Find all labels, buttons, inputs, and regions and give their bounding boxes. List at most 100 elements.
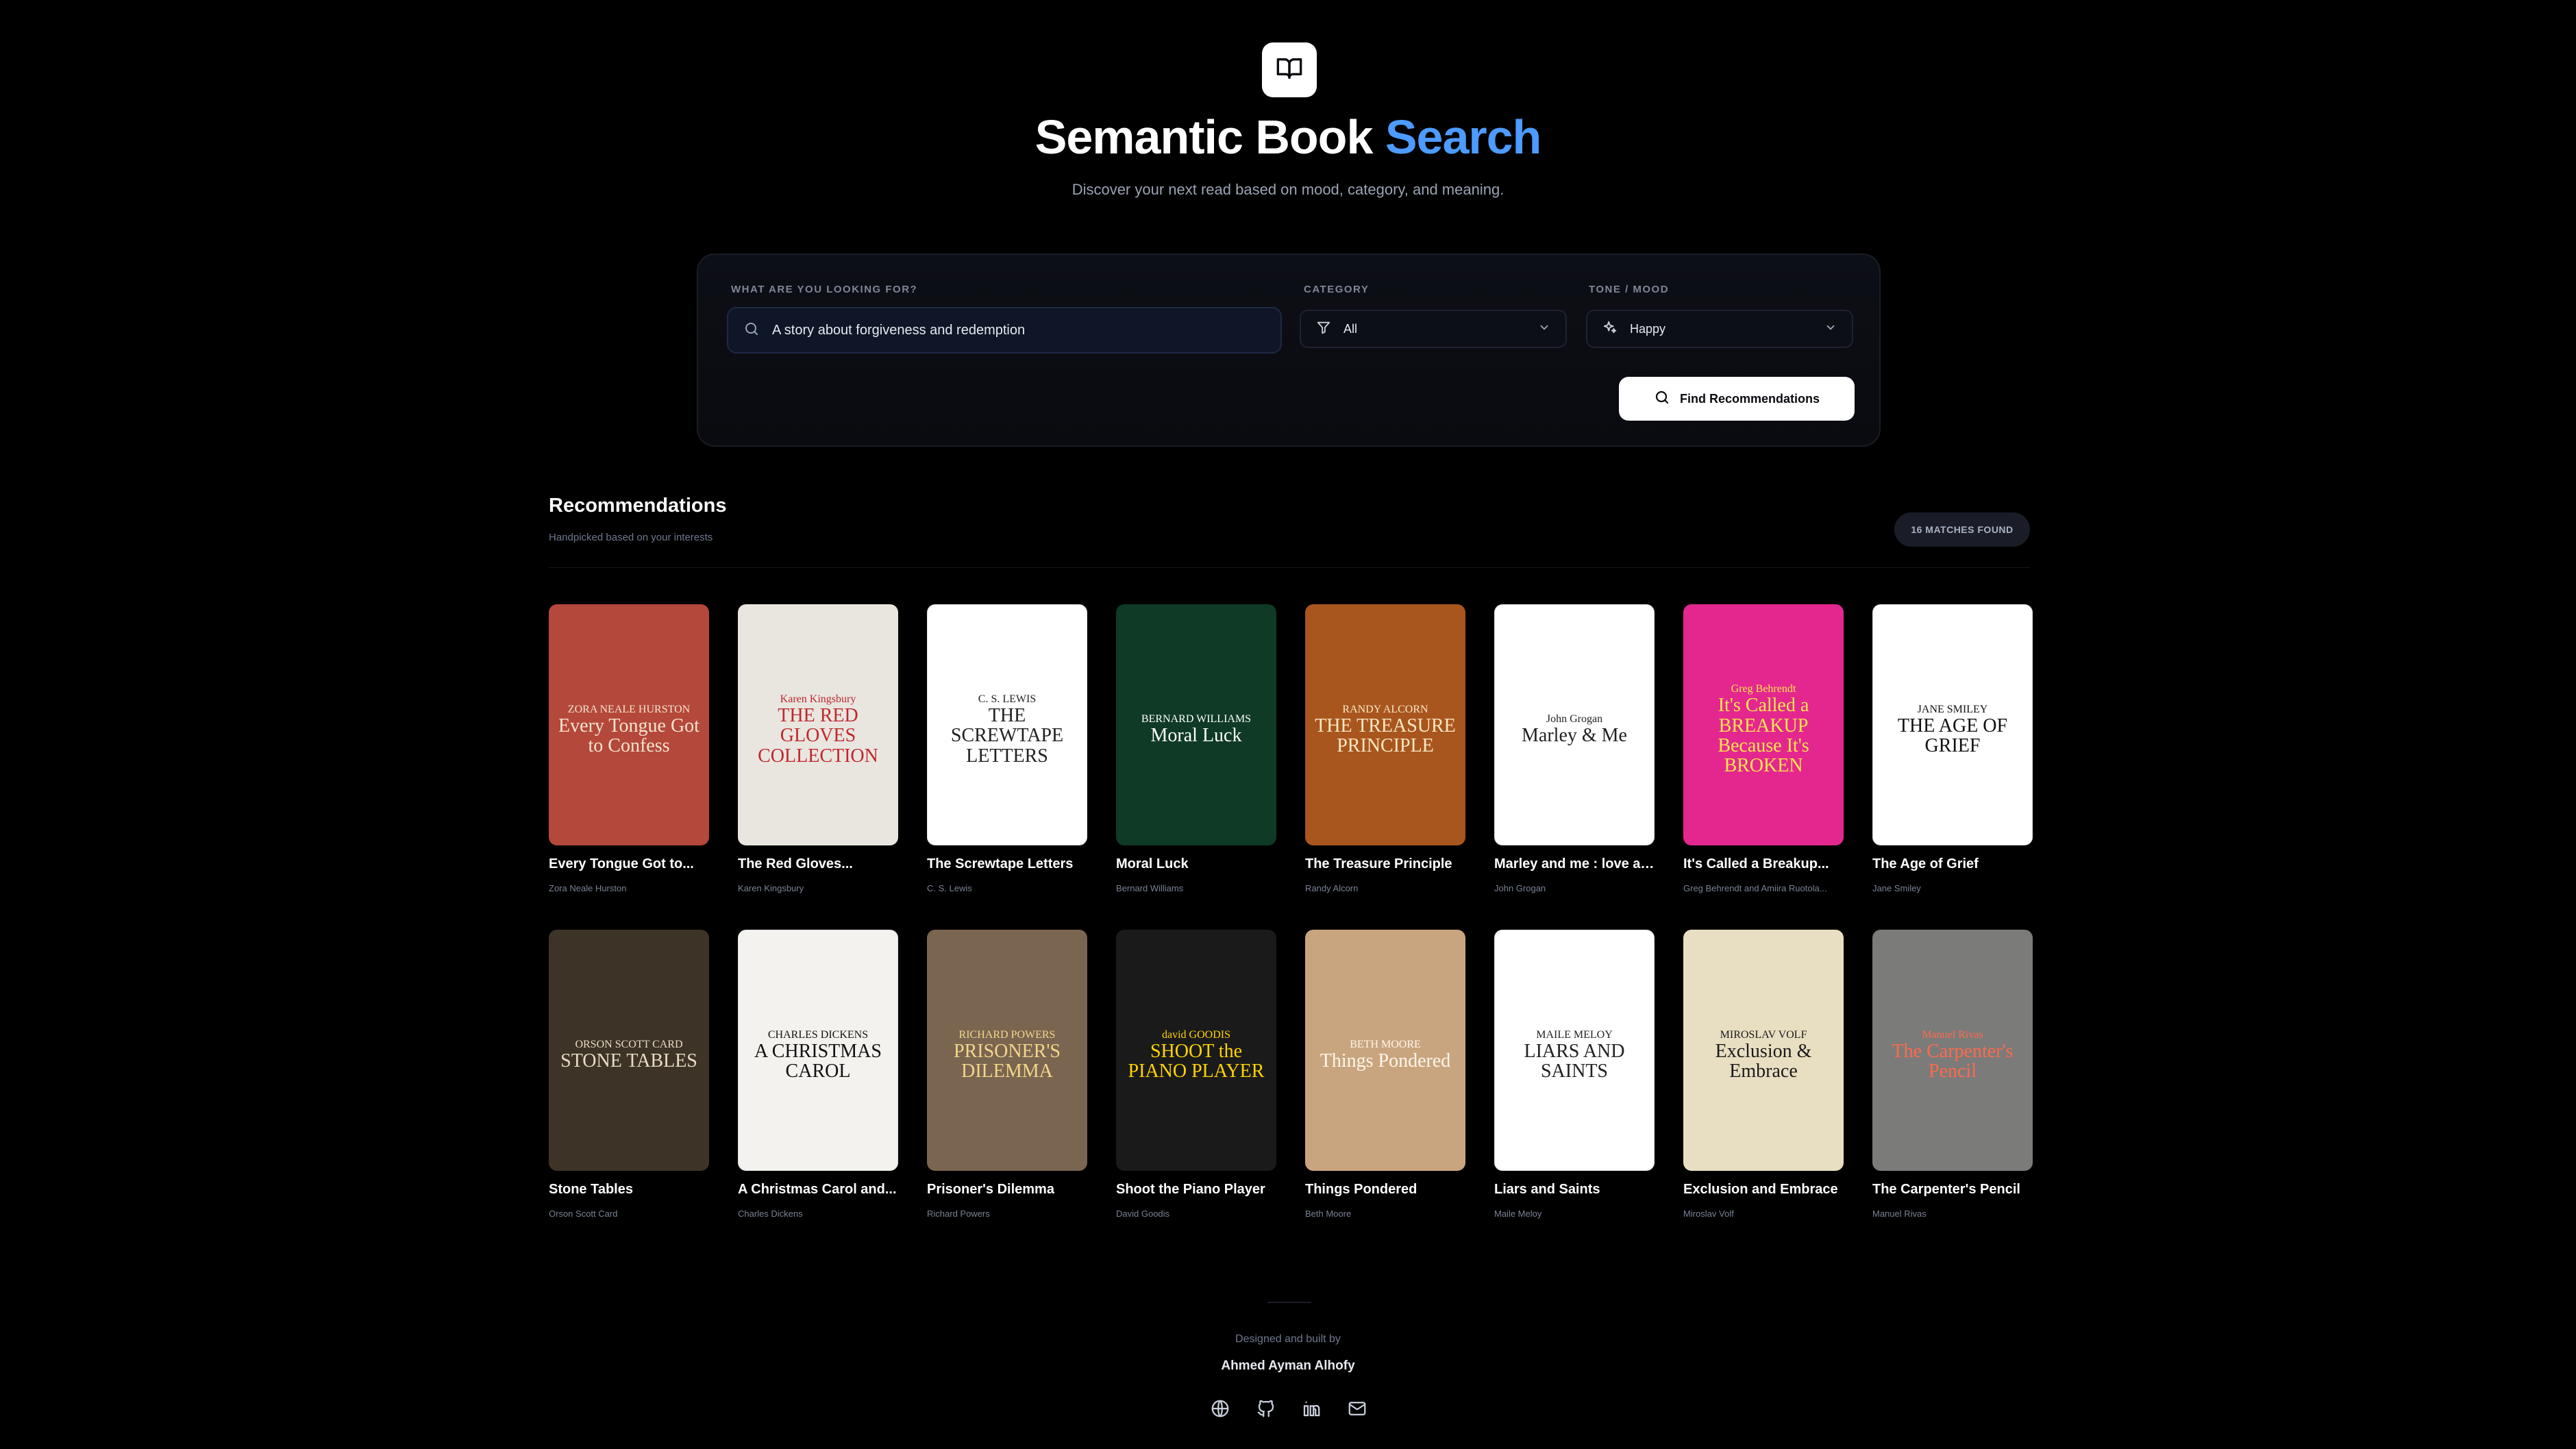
matches-count-badge: 16 MATCHES FOUND	[1894, 512, 2030, 547]
footer-credit-label: Designed and built by	[1235, 1333, 1341, 1345]
mail-icon[interactable]	[1345, 1396, 1370, 1421]
find-recommendations-button[interactable]: Find Recommendations	[1619, 377, 1855, 421]
book-cover[interactable]: Manuel Rivas The Carpenter's Pencil	[1872, 930, 2033, 1171]
book-cover-author: JANE SMILEY	[1917, 703, 1988, 715]
book-card[interactable]: Greg Behrendt It's Called a BREAKUP Becau…	[1683, 604, 1844, 930]
book-author: Bernard Williams	[1116, 883, 1184, 893]
book-cover-title: PRISONER'S DILEMMA	[954, 1040, 1061, 1082]
book-card[interactable]: david GOODIS SHOOT the PIANO PLAYER Shoot …	[1116, 930, 1276, 1255]
book-cover-author: C. S. LEWIS	[978, 693, 1037, 705]
book-cover[interactable]: John Grogan Marley & Me	[1494, 604, 1655, 845]
linkedin-icon[interactable]	[1299, 1396, 1324, 1421]
chevron-down-icon	[1824, 321, 1837, 337]
book-card[interactable]: ORSON SCOTT CARD STONE TABLES Stone Tables…	[549, 930, 709, 1255]
book-card[interactable]: Karen Kingsbury THE RED GLOVES COLLECTION…	[738, 604, 898, 930]
book-card[interactable]: BETH MOORE Things Pondered Things Pondered…	[1305, 930, 1465, 1255]
book-author: Karen Kingsbury	[738, 883, 804, 893]
book-card[interactable]: C. S. LEWIS THE SCREWTAPE LETTERS The Scre…	[927, 604, 1087, 930]
book-title: Liars and Saints	[1494, 1182, 1600, 1197]
book-cover-author: ZORA NEALE HURSTON	[567, 703, 691, 715]
chevron-down-icon	[1538, 321, 1550, 337]
book-card[interactable]: MAILE MELOY LIARS AND SAINTS Liars and Sai…	[1494, 930, 1655, 1255]
book-author: Orson Scott Card	[549, 1209, 618, 1219]
book-title: It's Called a Breakup...	[1683, 856, 1829, 871]
book-title: The Treasure Principle	[1305, 856, 1452, 871]
book-cover[interactable]: Karen Kingsbury THE RED GLOVES COLLECTION	[738, 604, 898, 845]
app-logo	[1262, 42, 1317, 97]
book-card[interactable]: BERNARD WILLIAMS Moral Luck Moral Luck Bern…	[1116, 604, 1276, 930]
book-cover-title: Things Pondered	[1320, 1050, 1451, 1072]
book-title: The Age of Grief	[1872, 856, 1979, 871]
book-cover[interactable]: ORSON SCOTT CARD STONE TABLES	[549, 930, 709, 1171]
book-cover-author: John Grogan	[1546, 713, 1603, 726]
book-card[interactable]: CHARLES DICKENS A CHRISTMAS CAROL A Christ…	[738, 930, 898, 1255]
book-cover-author: BETH MOORE	[1350, 1039, 1421, 1051]
book-cover-title: Every Tongue Got to Confess	[558, 715, 699, 756]
book-cover-author: ORSON SCOTT CARD	[575, 1039, 683, 1051]
book-title: Every Tongue Got to...	[549, 856, 694, 871]
book-cover-author: CHARLES DICKENS	[767, 1028, 869, 1041]
results-divider	[549, 567, 2030, 568]
book-cover-author: david GOODIS	[1162, 1028, 1230, 1041]
tone-select[interactable]: Happy	[1586, 310, 1853, 348]
find-recommendations-label: Find Recommendations	[1679, 391, 1820, 406]
book-cover-author: Manuel Rivas	[1922, 1028, 1983, 1041]
book-cover-title: STONE TABLES	[560, 1050, 697, 1072]
book-cover[interactable]: JANE SMILEY THE AGE OF GRIEF	[1872, 604, 2033, 845]
book-cover-title: THE TREASURE PRINCIPLE	[1315, 715, 1456, 756]
book-cover-title: Exclusion & Embrace	[1715, 1040, 1812, 1082]
search-icon	[743, 321, 760, 340]
book-cover[interactable]: MAILE MELOY LIARS AND SAINTS	[1494, 930, 1655, 1171]
tone-select-value: Happy	[1630, 321, 1666, 336]
book-cover-author: RICHARD POWERS	[958, 1028, 1056, 1041]
book-author: Richard Powers	[927, 1209, 990, 1219]
book-author: Miroslav Volf	[1683, 1209, 1734, 1219]
book-card[interactable]: RICHARD POWERS PRISONER'S DILEMMA Prisoner…	[927, 930, 1087, 1255]
book-author: Charles Dickens	[738, 1209, 803, 1219]
book-card[interactable]: ZORA NEALE HURSTON Every Tongue Got to Co…	[549, 604, 709, 930]
book-cover[interactable]: MIROSLAV VOLF Exclusion & Embrace	[1683, 930, 1844, 1171]
book-cover-title: It's Called a BREAKUP Because It's BROKE…	[1718, 695, 1809, 777]
category-select[interactable]: All	[1300, 310, 1567, 348]
book-cover[interactable]: C. S. LEWIS THE SCREWTAPE LETTERS	[927, 604, 1087, 845]
book-cover[interactable]: BETH MOORE Things Pondered	[1305, 930, 1465, 1171]
book-cover-title: THE AGE OF GRIEF	[1897, 715, 2008, 756]
book-cover-author: Greg Behrendt	[1731, 683, 1796, 695]
book-cover[interactable]: RANDY ALCORN THE TREASURE PRINCIPLE	[1305, 604, 1465, 845]
book-cover[interactable]: BERNARD WILLIAMS Moral Luck	[1116, 604, 1276, 845]
book-card[interactable]: JANE SMILEY THE AGE OF GRIEF The Age of Gr…	[1872, 604, 2033, 930]
globe-icon[interactable]	[1208, 1396, 1233, 1421]
book-cover-title: THE SCREWTAPE LETTERS	[950, 704, 1064, 767]
search-input[interactable]: A story about forgiveness and redemption	[727, 307, 1282, 354]
book-cover[interactable]: david GOODIS SHOOT the PIANO PLAYER	[1116, 930, 1276, 1171]
page-subtitle: Discover your next read based on mood, c…	[1072, 181, 1504, 198]
book-title: A Christmas Carol and...	[738, 1182, 897, 1197]
page-title-accent: Search	[1385, 110, 1541, 164]
book-author: Jane Smiley	[1872, 883, 1921, 893]
book-title: Marley and me : love an...	[1494, 856, 1655, 871]
book-cover-title: THE RED GLOVES COLLECTION	[758, 704, 878, 767]
category-select-value: All	[1343, 321, 1358, 336]
book-cover[interactable]: ZORA NEALE HURSTON Every Tongue Got to Co…	[549, 604, 709, 845]
search-icon	[1654, 389, 1670, 409]
book-card[interactable]: Manuel Rivas The Carpenter's Pencil The Ca…	[1872, 930, 2033, 1255]
book-author: Zora Neale Hurston	[549, 883, 627, 893]
book-cover-title: Moral Luck	[1150, 725, 1242, 747]
open-book-icon	[1276, 55, 1303, 86]
book-cover[interactable]: RICHARD POWERS PRISONER'S DILEMMA	[927, 930, 1087, 1171]
book-cover-title: The Carpenter's Pencil	[1892, 1040, 2014, 1082]
book-grid: ZORA NEALE HURSTON Every Tongue Got to Co…	[549, 604, 2033, 1255]
github-icon[interactable]	[1254, 1396, 1278, 1421]
social-links	[1208, 1396, 1370, 1421]
book-title: The Carpenter's Pencil	[1872, 1182, 2020, 1197]
book-cover-author: MAILE MELOY	[1536, 1028, 1613, 1041]
book-card[interactable]: RANDY ALCORN THE TREASURE PRINCIPLE The Tr…	[1305, 604, 1465, 930]
book-cover[interactable]: CHARLES DICKENS A CHRISTMAS CAROL	[738, 930, 898, 1171]
book-card[interactable]: John Grogan Marley & Me Marley and me : lo…	[1494, 604, 1655, 930]
query-label: WHAT ARE YOU LOOKING FOR?	[731, 284, 918, 295]
book-title: Shoot the Piano Player	[1116, 1182, 1265, 1197]
book-author: Beth Moore	[1305, 1209, 1352, 1219]
book-cover[interactable]: Greg Behrendt It's Called a BREAKUP Becau…	[1683, 604, 1844, 845]
search-panel: WHAT ARE YOU LOOKING FOR? A story about …	[697, 253, 1881, 447]
book-card[interactable]: MIROSLAV VOLF Exclusion & Embrace Exclusio…	[1683, 930, 1844, 1255]
